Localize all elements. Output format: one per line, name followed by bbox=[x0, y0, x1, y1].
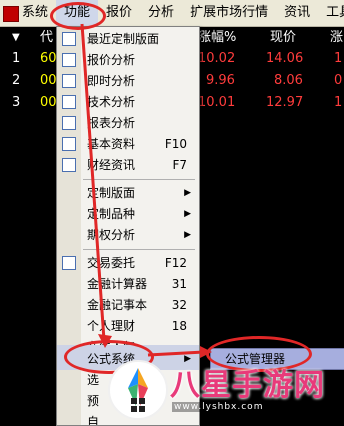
menu-item-label: 定制版面 bbox=[87, 186, 136, 200]
menu-item-technical-analysis[interactable]: 技术分析 bbox=[57, 92, 199, 113]
col-header-change-pct[interactable]: 涨幅% bbox=[198, 29, 236, 47]
sort-arrow-icon[interactable]: ▼ bbox=[12, 29, 20, 47]
change-pct: 10.02 bbox=[198, 51, 236, 66]
menu-item-calculator[interactable]: 金融计算器 31 bbox=[57, 274, 199, 295]
watermark-title: 八星手游网 bbox=[170, 368, 325, 403]
menu-item-shortcut: 32 bbox=[171, 298, 187, 312]
stock-code: 60 bbox=[40, 51, 57, 66]
menu-item-options-analysis[interactable]: 期权分析 ▶ bbox=[57, 225, 199, 246]
menu-item-shortcut: F7 bbox=[172, 158, 187, 172]
watermark-url: www.lyshbx.com bbox=[172, 402, 266, 412]
report-icon bbox=[62, 116, 76, 130]
submenu-arrow-icon: ▶ bbox=[184, 209, 191, 219]
change: 1 bbox=[334, 51, 343, 66]
menu-tools[interactable]: 工具 bbox=[318, 0, 344, 26]
menu-item-personal-finance[interactable]: 个人理财 18 bbox=[57, 316, 199, 337]
menu-item-quote-analysis[interactable]: 报价分析 bbox=[57, 50, 199, 71]
change-pct: 10.01 bbox=[198, 95, 236, 110]
watermark-logo-icon bbox=[108, 360, 168, 420]
col-header-chg[interactable]: 涨 bbox=[330, 29, 343, 47]
menu-item-notebook[interactable]: 金融记事本 32 bbox=[57, 295, 199, 316]
menu-news[interactable]: 资讯 bbox=[276, 0, 318, 26]
f10-icon bbox=[62, 137, 76, 151]
menu-item-finance-news[interactable]: 财经资讯 F7 bbox=[57, 155, 199, 176]
menu-item-label: 报价分析 bbox=[87, 53, 136, 67]
menu-separator bbox=[83, 249, 195, 250]
candlestick-icon bbox=[62, 95, 76, 109]
row-index: 2 bbox=[12, 73, 21, 88]
menu-item-label: 交易委托 bbox=[87, 256, 136, 270]
menu-function[interactable]: 功能 bbox=[56, 0, 99, 26]
stock-code: 00 bbox=[40, 73, 57, 88]
col-header-price[interactable]: 现价 bbox=[270, 29, 296, 47]
menu-item-shortcut: 18 bbox=[171, 319, 187, 333]
price: 8.06 bbox=[274, 73, 303, 88]
menu-item-label: 即时分析 bbox=[87, 74, 136, 88]
menu-item-trade-order[interactable]: 交易委托 F12 bbox=[57, 253, 199, 274]
menu-item-label: 最近定制版面 bbox=[87, 32, 160, 46]
menu-item-shortcut: 31 bbox=[171, 277, 187, 291]
price: 14.06 bbox=[266, 51, 304, 66]
menu-item-label: 基本资料 bbox=[87, 137, 136, 151]
menu-extended-market[interactable]: 扩展市场行情 bbox=[182, 0, 276, 26]
menu-item-label: 报表分析 bbox=[87, 116, 136, 130]
layout-icon bbox=[62, 32, 76, 46]
menu-item-label: 财经资讯 bbox=[87, 158, 136, 172]
menu-bar: 系统 功能 报价 分析 扩展市场行情 资讯 工具 bbox=[0, 0, 344, 27]
menu-item-realtime-analysis[interactable]: 即时分析 bbox=[57, 71, 199, 92]
menu-quote[interactable]: 报价 bbox=[98, 0, 140, 26]
row-index: 1 bbox=[12, 51, 21, 66]
menu-item-label: 技术分析 bbox=[87, 95, 136, 109]
col-header-code[interactable]: 代 bbox=[40, 29, 53, 47]
stock-code: 00 bbox=[40, 95, 57, 110]
menu-analysis[interactable]: 分析 bbox=[140, 0, 182, 26]
price: 12.97 bbox=[266, 95, 304, 110]
change: 1 bbox=[334, 95, 343, 110]
news-icon bbox=[62, 158, 76, 172]
submenu-arrow-icon: ▶ bbox=[184, 230, 191, 240]
submenu-arrow-icon: ▶ bbox=[184, 188, 191, 198]
watermark: 八星手游网 www.lyshbx.com bbox=[96, 350, 344, 424]
menu-item-recent-layout[interactable]: 最近定制版面 bbox=[57, 29, 199, 50]
menu-item-label: 定制品种 bbox=[87, 207, 136, 221]
menu-item-label: 金融计算器 bbox=[87, 277, 148, 291]
menu-item-basic-info[interactable]: 基本资料 F10 bbox=[57, 134, 199, 155]
f12-icon bbox=[62, 256, 76, 270]
menu-item-label: 期权分析 bbox=[87, 228, 136, 242]
menu-item-shortcut: F10 bbox=[164, 137, 187, 151]
menu-separator bbox=[83, 179, 195, 180]
menu-item-report-analysis[interactable]: 报表分析 bbox=[57, 113, 199, 134]
line-chart-icon bbox=[62, 74, 76, 88]
menu-item-shortcut: F12 bbox=[164, 256, 187, 270]
menu-item-custom-layout[interactable]: 定制版面 ▶ bbox=[57, 183, 199, 204]
row-index: 3 bbox=[12, 95, 21, 110]
grid-icon bbox=[62, 53, 76, 67]
menu-system[interactable]: 系统 bbox=[0, 0, 56, 26]
change: 0 bbox=[334, 73, 343, 88]
menu-item-custom-symbols[interactable]: 定制品种 ▶ bbox=[57, 204, 199, 225]
menu-item-label: 金融记事本 bbox=[87, 298, 148, 312]
menu-item-label: 个人理财 bbox=[87, 319, 136, 333]
change-pct: 9.96 bbox=[206, 73, 235, 88]
